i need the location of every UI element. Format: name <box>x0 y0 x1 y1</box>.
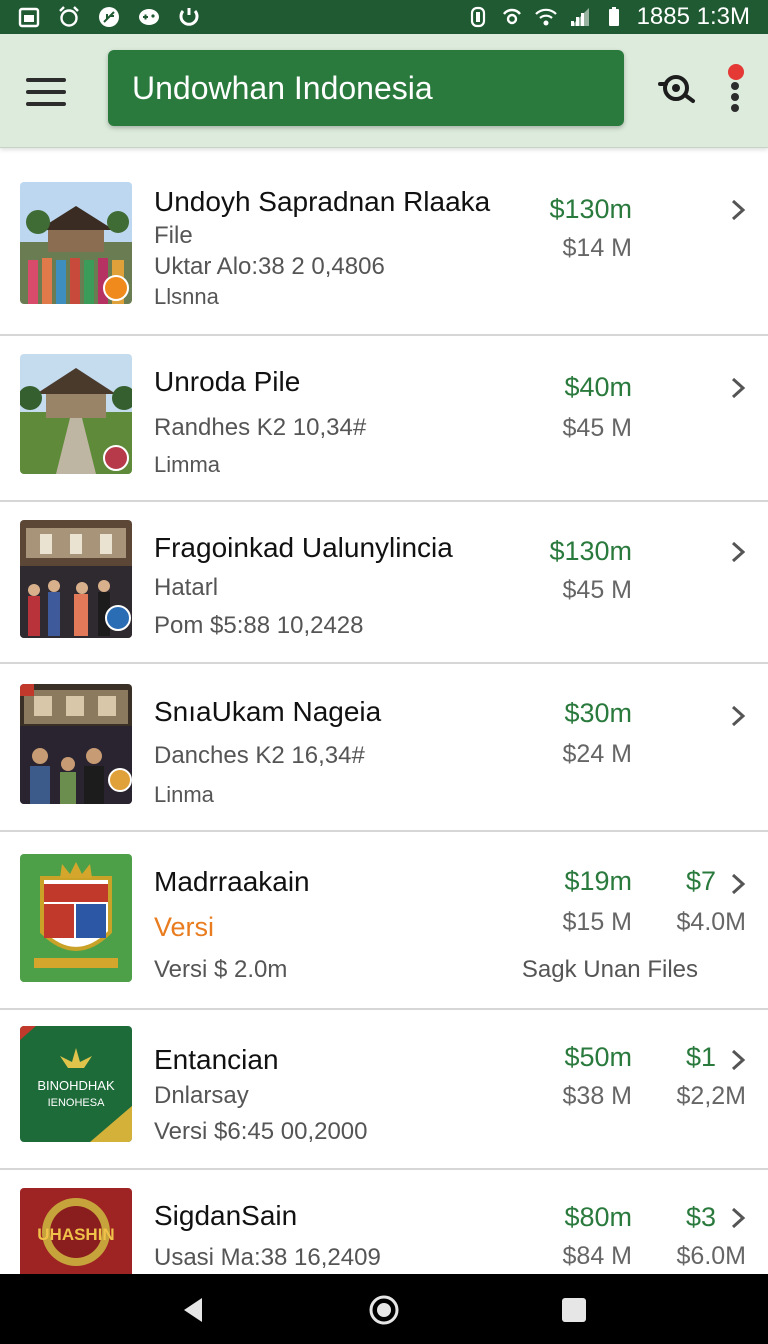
list-item[interactable]: Undoyh Sapradnan Rlaaka File Uktar Alo:3… <box>0 150 768 336</box>
home-icon[interactable] <box>368 1294 400 1326</box>
alarm-icon <box>59 6 79 27</box>
item-line: Versi $6:45 00,2000 <box>154 1118 368 1145</box>
item-price-alt: $7 <box>685 866 716 896</box>
item-line: Linma <box>154 782 214 807</box>
item-thumbnail <box>20 520 132 638</box>
list-item[interactable]: SnıaUkam Nageia Danches K2 16,34# Linma … <box>0 664 768 832</box>
logo-text: IENOHESA <box>48 1097 106 1109</box>
chevron-right-icon[interactable] <box>730 1206 746 1230</box>
item-side-note: Sagk Unan Files <box>521 956 698 983</box>
item-title: Unroda Pile <box>154 366 301 397</box>
logo-text: UHASHIN <box>37 1225 114 1244</box>
item-thumbnail: BINOHDHAK IENOHESA <box>20 1026 132 1142</box>
item-title: Entancian <box>154 1044 279 1075</box>
battery-icon <box>608 7 619 26</box>
item-price-sub: $15 M <box>562 908 632 936</box>
item-thumbnail <box>20 354 132 474</box>
item-thumbnail <box>20 182 132 304</box>
navigation-bar <box>0 1274 768 1344</box>
item-thumbnail <box>20 854 132 982</box>
item-price: $80m <box>564 1202 632 1232</box>
item-line: File <box>154 222 193 249</box>
item-line: Hatarl <box>154 574 219 601</box>
logo-text: BINOHDHAK <box>37 1078 115 1093</box>
chevron-right-icon[interactable] <box>730 1048 746 1072</box>
app-title[interactable]: Undowhan Indonesia <box>108 50 624 126</box>
item-version: Versi <box>154 912 215 942</box>
status-time: 1885 1:3M <box>636 3 750 30</box>
chevron-right-icon[interactable] <box>730 704 746 728</box>
gamepad-icon <box>139 9 159 25</box>
item-price-sub: $38 M <box>562 1082 632 1110</box>
status-bar: 1885 1:3M <box>0 0 768 34</box>
item-price-alt-sub: $4.0M <box>676 908 746 936</box>
hotspot-icon <box>502 8 521 25</box>
item-price-alt-sub: $6.0M <box>676 1242 746 1270</box>
item-price: $50m <box>564 1042 632 1072</box>
item-price-sub: $24 M <box>562 740 632 768</box>
list-item[interactable]: Madrraakain Versi Versi $ 2.0m $19m $15 … <box>0 832 768 1010</box>
item-price: $19m <box>564 866 632 896</box>
item-price: $130m <box>549 536 632 566</box>
item-line: Llsnna <box>154 284 219 309</box>
item-price: $130m <box>549 194 632 224</box>
item-line: Usasi Ma:38 16,2409 <box>154 1244 381 1271</box>
more-vert-icon[interactable] <box>720 64 750 114</box>
item-price-sub: $45 M <box>562 414 632 442</box>
back-icon[interactable] <box>178 1294 210 1326</box>
item-title: Madrraakain <box>154 866 310 897</box>
chevron-right-icon[interactable] <box>730 376 746 400</box>
notification-dot <box>728 64 744 80</box>
signal-icon <box>570 8 589 26</box>
item-line: Pom $5:88 10,2428 <box>154 612 364 639</box>
item-price: $40m <box>564 372 632 402</box>
item-title: Undoyh Sapradnan Rlaaka <box>154 186 491 217</box>
item-price-alt: $3 <box>685 1202 716 1232</box>
list-item[interactable]: UHASHIN SigdanSain Usasi Ma:38 16,2409 $… <box>0 1170 768 1290</box>
item-thumbnail: UHASHIN <box>20 1188 132 1274</box>
chevron-right-icon[interactable] <box>730 540 746 564</box>
menu-button[interactable] <box>22 72 70 112</box>
item-line: Uktar Alo:38 2 0,4806 <box>154 253 385 280</box>
leaf-icon <box>99 7 119 27</box>
app-bar: Undowhan Indonesia <box>0 34 768 148</box>
item-price-sub: $45 M <box>562 576 632 604</box>
list-item[interactable]: Unroda Pile Randhes K2 10,34# Limma $40m… <box>0 336 768 502</box>
recents-icon[interactable] <box>558 1294 590 1326</box>
item-title: SnıaUkam Nageia <box>154 696 382 727</box>
chevron-right-icon[interactable] <box>730 198 746 222</box>
item-price: $30m <box>564 698 632 728</box>
item-line: Dnlarsay <box>154 1082 249 1109</box>
refresh-icon <box>179 8 199 26</box>
calendar-icon <box>18 7 40 28</box>
item-line: Limma <box>154 452 221 477</box>
list-item[interactable]: Fragoinkad Ualunylincia Hatarl Pom $5:88… <box>0 502 768 664</box>
chevron-right-icon[interactable] <box>730 872 746 896</box>
item-price-alt-sub: $2,2M <box>676 1082 746 1110</box>
app-title-text: Undowhan Indonesia <box>132 69 433 106</box>
search-icon[interactable] <box>656 68 698 110</box>
item-thumbnail <box>20 684 132 804</box>
item-line: Danches K2 16,34# <box>154 742 365 769</box>
item-line: Randhes K2 10,34# <box>154 414 367 441</box>
item-price-sub: $84 M <box>562 1242 632 1270</box>
wifi-icon <box>534 8 557 26</box>
item-price-alt: $1 <box>685 1042 716 1072</box>
item-title: Fragoinkad Ualunylincia <box>154 532 453 563</box>
item-line: Versi $ 2.0m <box>154 956 288 983</box>
list-item[interactable]: BINOHDHAK IENOHESA Entancian Dnlarsay Ve… <box>0 1010 768 1170</box>
vibrate-icon <box>470 6 485 28</box>
item-title: SigdanSain <box>154 1200 298 1231</box>
menu-icon <box>26 78 66 82</box>
item-price-sub: $14 M <box>562 234 632 262</box>
